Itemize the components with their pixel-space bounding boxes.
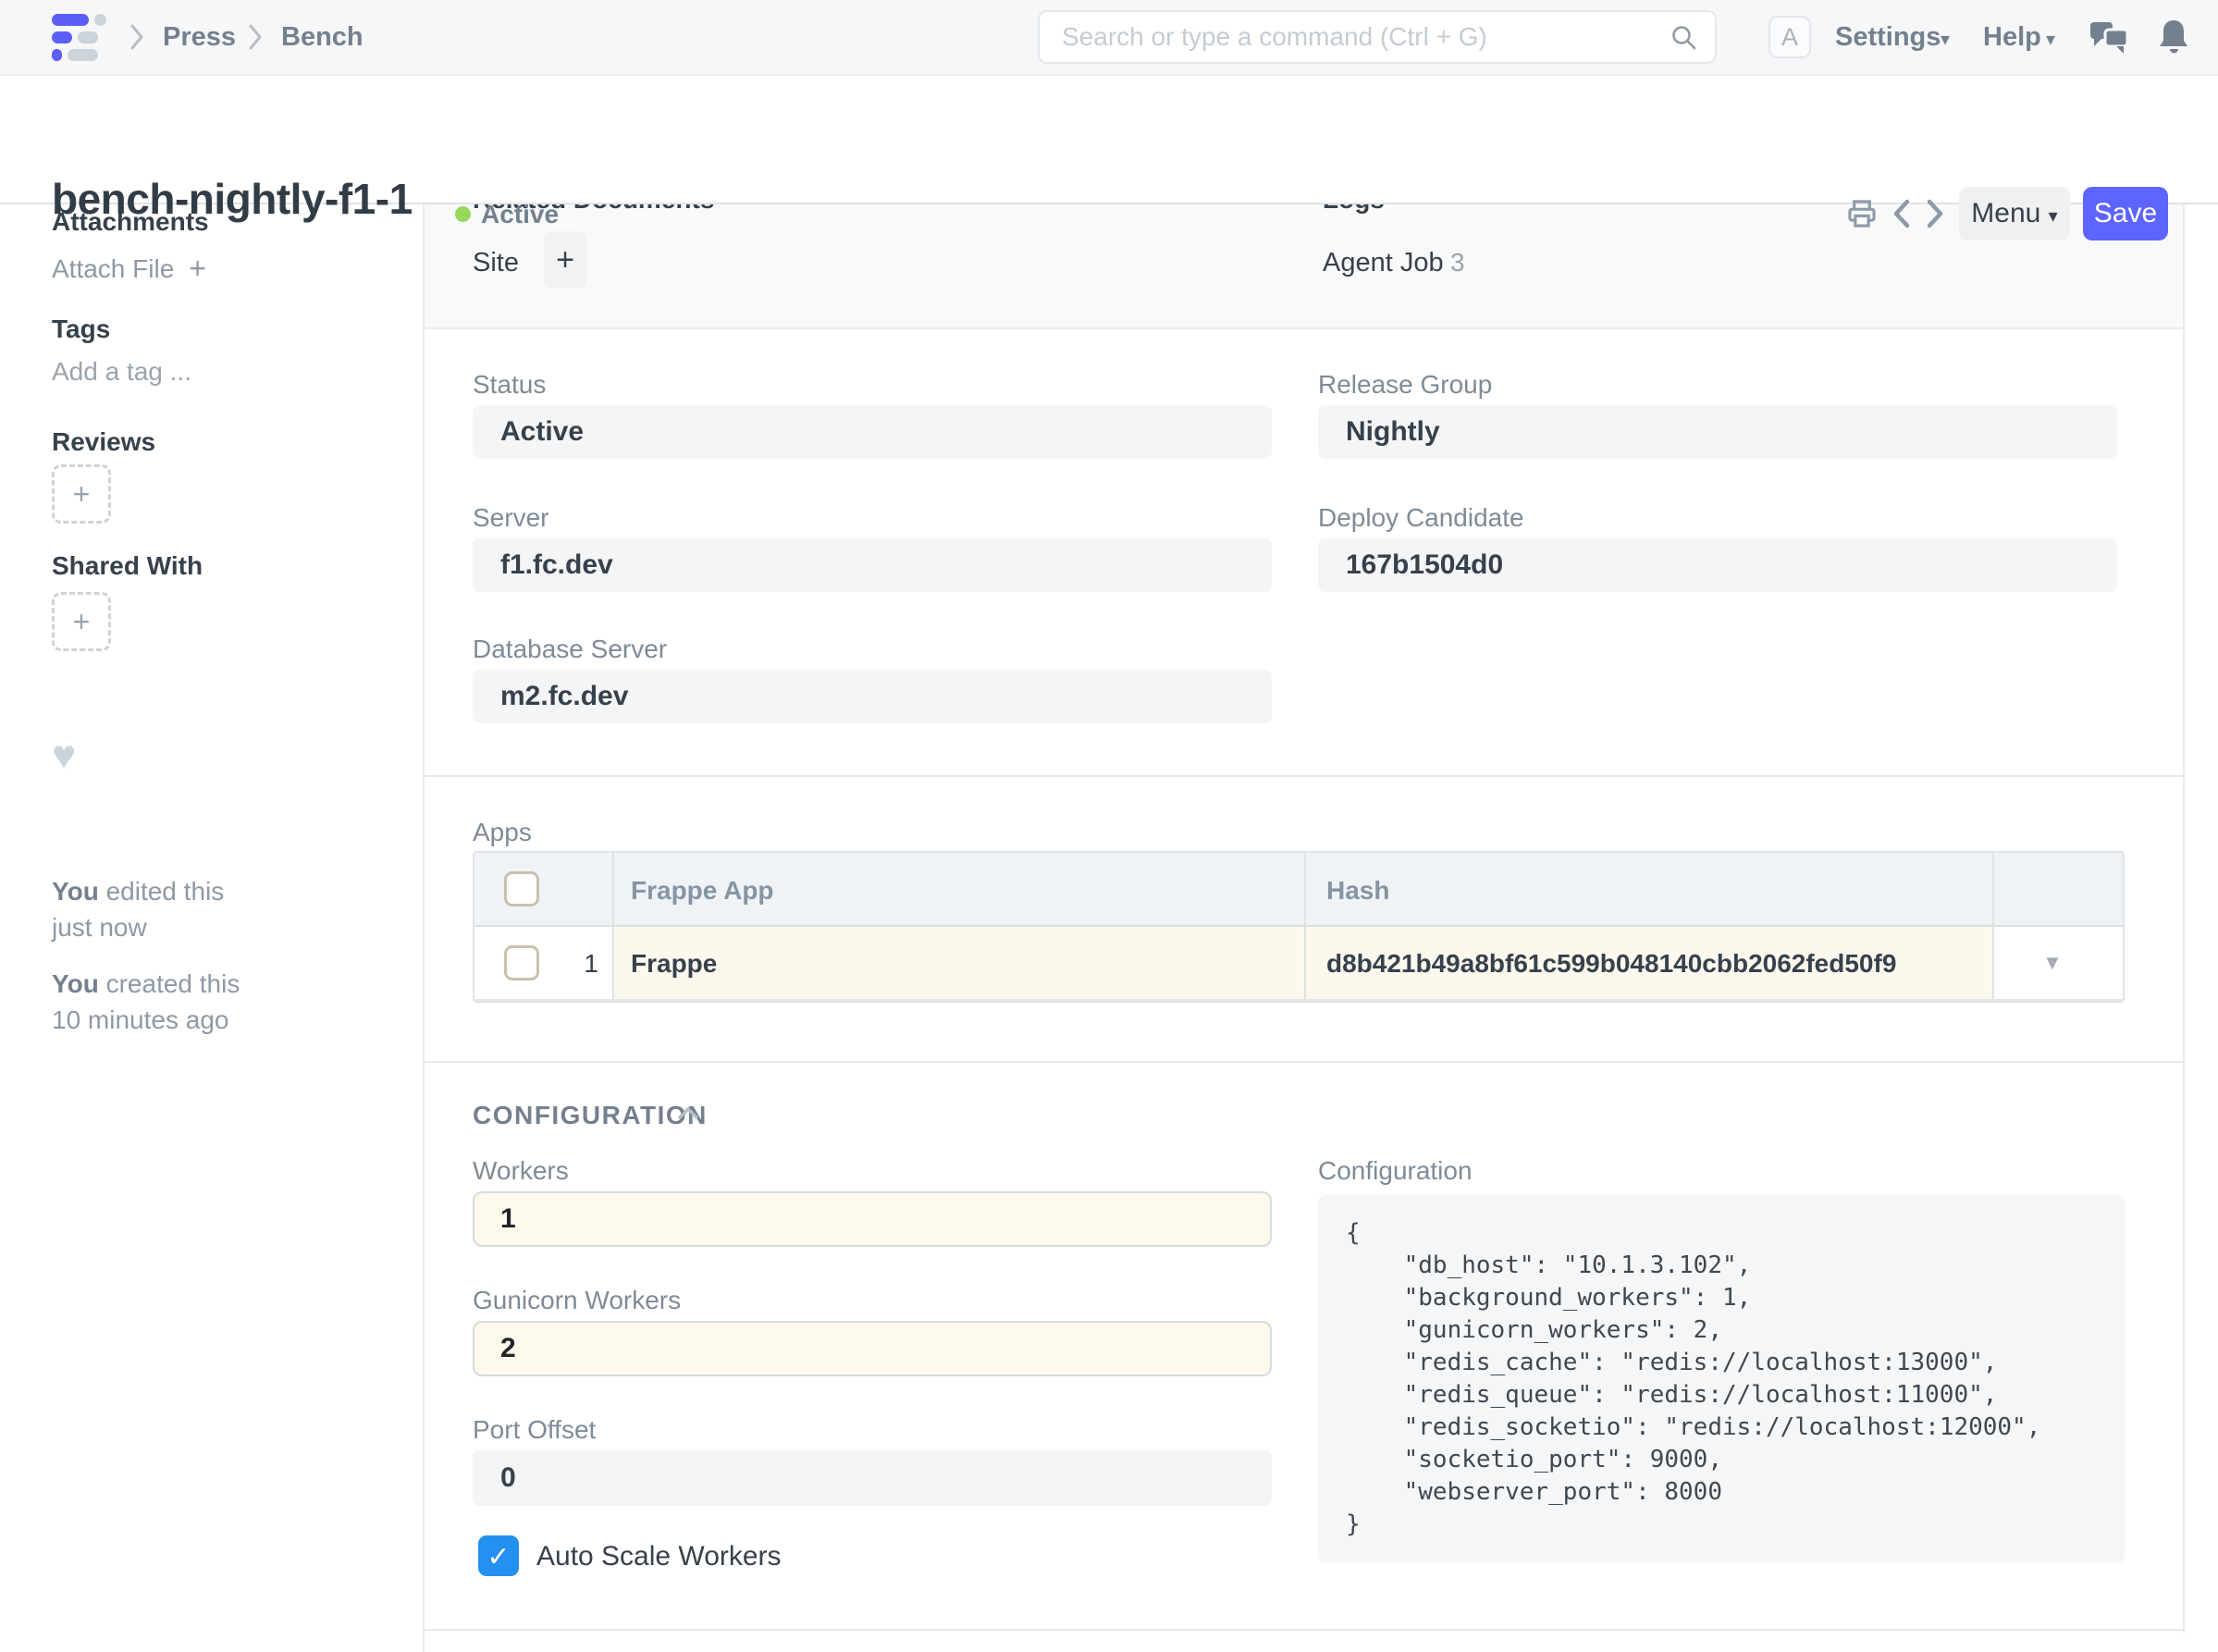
breadcrumb-chevron-icon: [246, 23, 265, 51]
agent-job-link[interactable]: Agent Job: [1323, 248, 1444, 278]
reviews-title: Reviews: [52, 427, 155, 457]
activity-when: just now: [52, 913, 147, 942]
database-server-value[interactable]: m2.fc.dev: [473, 670, 1272, 723]
row-hash-cell[interactable]: d8b421b49a8bf61c599b048140cbb2062fed50f9: [1326, 949, 1896, 979]
auto-scale-label: Auto Scale Workers: [536, 1541, 782, 1572]
table-row: 1 Frappe d8b421b49a8bf61c599b048140cbb20…: [474, 927, 2123, 1001]
chevron-down-icon: ▾: [2049, 206, 2058, 227]
chevron-down-icon: ▾: [2046, 28, 2055, 51]
help-menu[interactable]: Help: [1983, 22, 2041, 53]
menu-button-label: Menu: [1971, 198, 2040, 228]
section-divider: [425, 1061, 2183, 1063]
release-group-label: Release Group: [1318, 370, 1492, 400]
like-heart-icon[interactable]: ♥: [52, 733, 76, 779]
activity-created: You created this 10 minutes ago: [52, 966, 240, 1038]
configuration-section-toggle[interactable]: CONFIGURATION: [473, 1101, 708, 1130]
activity-actor: You: [52, 877, 99, 906]
apps-table: Frappe App Hash 1 Frappe d8b421b49a8bf61…: [473, 851, 2125, 1003]
shared-with-title: Shared With: [52, 551, 203, 581]
bench-document-page: Related Documents Site + Logs Agent Job …: [0, 0, 2218, 1652]
status-badge: Active: [481, 200, 559, 229]
navbar: Press Bench A Settings ▾ Help ▾: [0, 0, 2218, 76]
plus-icon: +: [189, 252, 206, 286]
agent-job-count: 3: [1450, 248, 1465, 277]
collapse-section-icon[interactable]: [675, 1103, 701, 1125]
breadcrumb-bench[interactable]: Bench: [281, 22, 364, 53]
search-icon: [1670, 24, 1698, 52]
configuration-json-code: { "db_host": "10.1.3.102", "background_w…: [1346, 1217, 2097, 1541]
section-divider: [425, 775, 2183, 777]
save-button[interactable]: Save: [2083, 187, 2168, 240]
prev-doc-icon[interactable]: [1891, 198, 1913, 229]
related-doc-site-label: Site: [473, 248, 519, 278]
column-header-hash[interactable]: Hash: [1326, 876, 1389, 906]
server-field-label: Server: [473, 503, 548, 533]
notifications-bell-icon[interactable]: [2157, 17, 2190, 57]
sidebar-divider: [423, 203, 425, 1652]
activity-edited: You edited this just now: [52, 873, 224, 945]
page-title: bench-nightly-f1-1: [52, 174, 413, 224]
row-index: 1: [567, 949, 598, 979]
activity-when: 10 minutes ago: [52, 1005, 228, 1034]
row-expand-caret-icon[interactable]: ▼: [2042, 951, 2063, 975]
column-header-frappe-app[interactable]: Frappe App: [631, 876, 774, 906]
gunicorn-workers-input[interactable]: [473, 1321, 1272, 1376]
chat-icon[interactable]: [2089, 18, 2129, 55]
row-checkbox[interactable]: [504, 945, 539, 980]
menu-button[interactable]: Menu ▾: [1959, 187, 2070, 240]
gunicorn-workers-label: Gunicorn Workers: [473, 1286, 681, 1315]
add-tag-input[interactable]: Add a tag ...: [52, 357, 191, 387]
global-search[interactable]: [1038, 10, 1717, 64]
row-frappe-app-cell[interactable]: Frappe: [631, 949, 717, 979]
user-avatar[interactable]: A: [1768, 16, 1811, 58]
database-server-label: Database Server: [473, 635, 667, 664]
configuration-json-block: { "db_host": "10.1.3.102", "background_w…: [1318, 1195, 2125, 1563]
status-field-value[interactable]: Active: [473, 405, 1272, 459]
deploy-candidate-value[interactable]: 167b1504d0: [1318, 538, 2117, 592]
attach-file-label: Attach File: [52, 254, 174, 284]
deploy-candidate-label: Deploy Candidate: [1318, 503, 1524, 533]
breadcrumb-press[interactable]: Press: [163, 22, 236, 53]
select-all-checkbox[interactable]: [504, 871, 539, 906]
dashboard-section: [425, 203, 2183, 329]
search-input[interactable]: [1060, 16, 1656, 58]
breadcrumb-chevron-icon: [128, 23, 146, 51]
page-head: bench-nightly-f1-1 Active Menu ▾ Save: [0, 74, 2218, 204]
add-site-button[interactable]: +: [544, 231, 586, 289]
port-offset-label: Port Offset: [473, 1415, 596, 1445]
print-icon[interactable]: [1844, 196, 1879, 231]
server-field-value[interactable]: f1.fc.dev: [473, 538, 1272, 592]
release-group-value[interactable]: Nightly: [1318, 405, 2117, 459]
add-review-button[interactable]: +: [52, 464, 111, 524]
port-offset-value[interactable]: 0: [473, 1450, 1272, 1506]
apps-table-header: Frappe App Hash: [474, 853, 2123, 927]
activity-action: created this: [106, 969, 240, 998]
form-bottom-border: [423, 1629, 2185, 1631]
settings-menu[interactable]: Settings: [1835, 22, 1941, 53]
activity-actor: You: [52, 969, 99, 998]
chevron-down-icon: ▾: [1941, 28, 1950, 51]
apps-section-label: Apps: [473, 818, 532, 847]
app-logo[interactable]: [52, 14, 104, 62]
tags-title: Tags: [52, 314, 110, 344]
activity-action: edited this: [106, 877, 225, 906]
auto-scale-checkbox[interactable]: ✓: [478, 1535, 519, 1576]
status-field-label: Status: [473, 370, 546, 400]
status-dot: [455, 206, 471, 222]
form-right-divider: [2183, 203, 2185, 1633]
next-doc-icon[interactable]: [1924, 198, 1946, 229]
configuration-json-label: Configuration: [1318, 1156, 1473, 1186]
workers-input[interactable]: [473, 1191, 1272, 1247]
add-share-button[interactable]: +: [52, 592, 111, 651]
workers-label: Workers: [473, 1156, 569, 1186]
attach-file-button[interactable]: Attach File +: [52, 252, 206, 286]
